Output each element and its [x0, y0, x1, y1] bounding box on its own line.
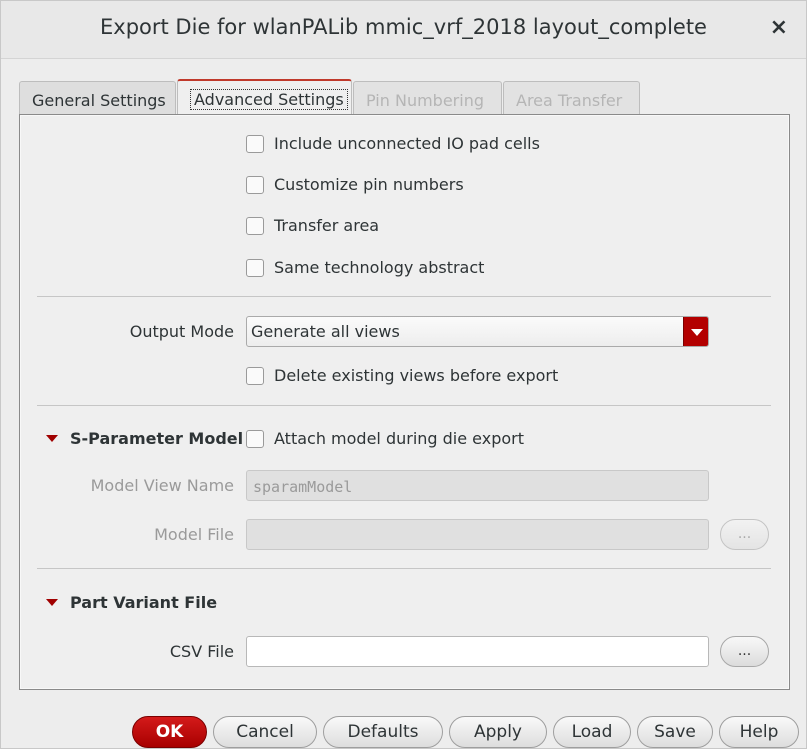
- model-view-name-label: Model View Name: [90, 476, 234, 495]
- same-tech-abstract-label: Same technology abstract: [274, 258, 485, 277]
- delete-existing-label: Delete existing views before export: [274, 366, 559, 385]
- include-unconnected-option[interactable]: Include unconnected IO pad cells: [246, 134, 540, 153]
- advanced-settings-panel: Include unconnected IO pad cells Customi…: [19, 114, 790, 690]
- chevron-down-icon[interactable]: [683, 317, 708, 346]
- model-view-name-value: sparamModel: [253, 478, 353, 496]
- tab-pin-numbering[interactable]: Pin Numbering: [353, 81, 502, 115]
- apply-button[interactable]: Apply: [449, 716, 547, 748]
- attach-model-checkbox[interactable]: [246, 429, 264, 448]
- expand-triangle-icon[interactable]: [46, 599, 58, 606]
- close-icon[interactable]: ×: [770, 15, 788, 40]
- transfer-area-label: Transfer area: [274, 216, 380, 235]
- model-file-field[interactable]: [246, 519, 709, 550]
- attach-model-label: Attach model during die export: [274, 429, 525, 448]
- customize-pin-numbers-option[interactable]: Customize pin numbers: [246, 175, 464, 194]
- part-variant-section-header[interactable]: Part Variant File: [46, 593, 217, 612]
- load-button[interactable]: Load: [553, 716, 631, 748]
- tab-advanced-settings[interactable]: Advanced Settings: [177, 79, 352, 116]
- tab-label: Area Transfer: [516, 91, 623, 110]
- transfer-area-option[interactable]: Transfer area: [246, 216, 379, 235]
- ok-button[interactable]: OK: [132, 716, 207, 748]
- divider: [37, 405, 771, 406]
- customize-pin-numbers-checkbox[interactable]: [246, 175, 264, 194]
- include-unconnected-checkbox[interactable]: [246, 134, 264, 153]
- title-bar: Export Die for wlanPALib mmic_vrf_2018 l…: [1, 1, 806, 59]
- sparam-section-title: S-Parameter Model: [70, 429, 244, 448]
- output-mode-label: Output Mode: [129, 322, 234, 341]
- window-title: Export Die for wlanPALib mmic_vrf_2018 l…: [100, 15, 707, 39]
- divider: [37, 568, 771, 569]
- same-tech-abstract-checkbox[interactable]: [246, 258, 264, 277]
- attach-model-option[interactable]: Attach model during die export: [246, 429, 524, 448]
- expand-triangle-icon[interactable]: [46, 435, 58, 442]
- cancel-button[interactable]: Cancel: [213, 716, 317, 748]
- tab-general-settings[interactable]: General Settings: [19, 81, 176, 115]
- tab-label: Pin Numbering: [366, 91, 484, 110]
- delete-existing-checkbox[interactable]: [246, 366, 264, 385]
- transfer-area-checkbox[interactable]: [246, 216, 264, 235]
- help-button[interactable]: Help: [719, 716, 799, 748]
- csv-file-field[interactable]: [246, 636, 709, 667]
- defaults-button[interactable]: Defaults: [323, 716, 443, 748]
- tab-label: Advanced Settings: [190, 89, 348, 110]
- sparam-section-header[interactable]: S-Parameter Model: [46, 429, 243, 448]
- same-tech-abstract-option[interactable]: Same technology abstract: [246, 258, 484, 277]
- save-button[interactable]: Save: [637, 716, 713, 748]
- part-variant-section-title: Part Variant File: [70, 593, 218, 612]
- delete-existing-option[interactable]: Delete existing views before export: [246, 366, 558, 385]
- output-mode-value: Generate all views: [251, 322, 400, 341]
- model-file-browse-button[interactable]: ...: [720, 519, 769, 550]
- include-unconnected-label: Include unconnected IO pad cells: [274, 134, 540, 153]
- divider: [37, 296, 771, 297]
- export-die-dialog: Export Die for wlanPALib mmic_vrf_2018 l…: [0, 0, 807, 749]
- model-view-name-field[interactable]: sparamModel: [246, 470, 709, 501]
- csv-file-label: CSV File: [169, 642, 234, 661]
- model-file-label: Model File: [154, 525, 234, 544]
- tab-area-transfer[interactable]: Area Transfer: [503, 81, 640, 115]
- output-mode-select[interactable]: Generate all views: [246, 316, 709, 347]
- customize-pin-numbers-label: Customize pin numbers: [274, 175, 464, 194]
- csv-file-browse-button[interactable]: ...: [720, 636, 769, 667]
- tab-label: General Settings: [32, 91, 166, 110]
